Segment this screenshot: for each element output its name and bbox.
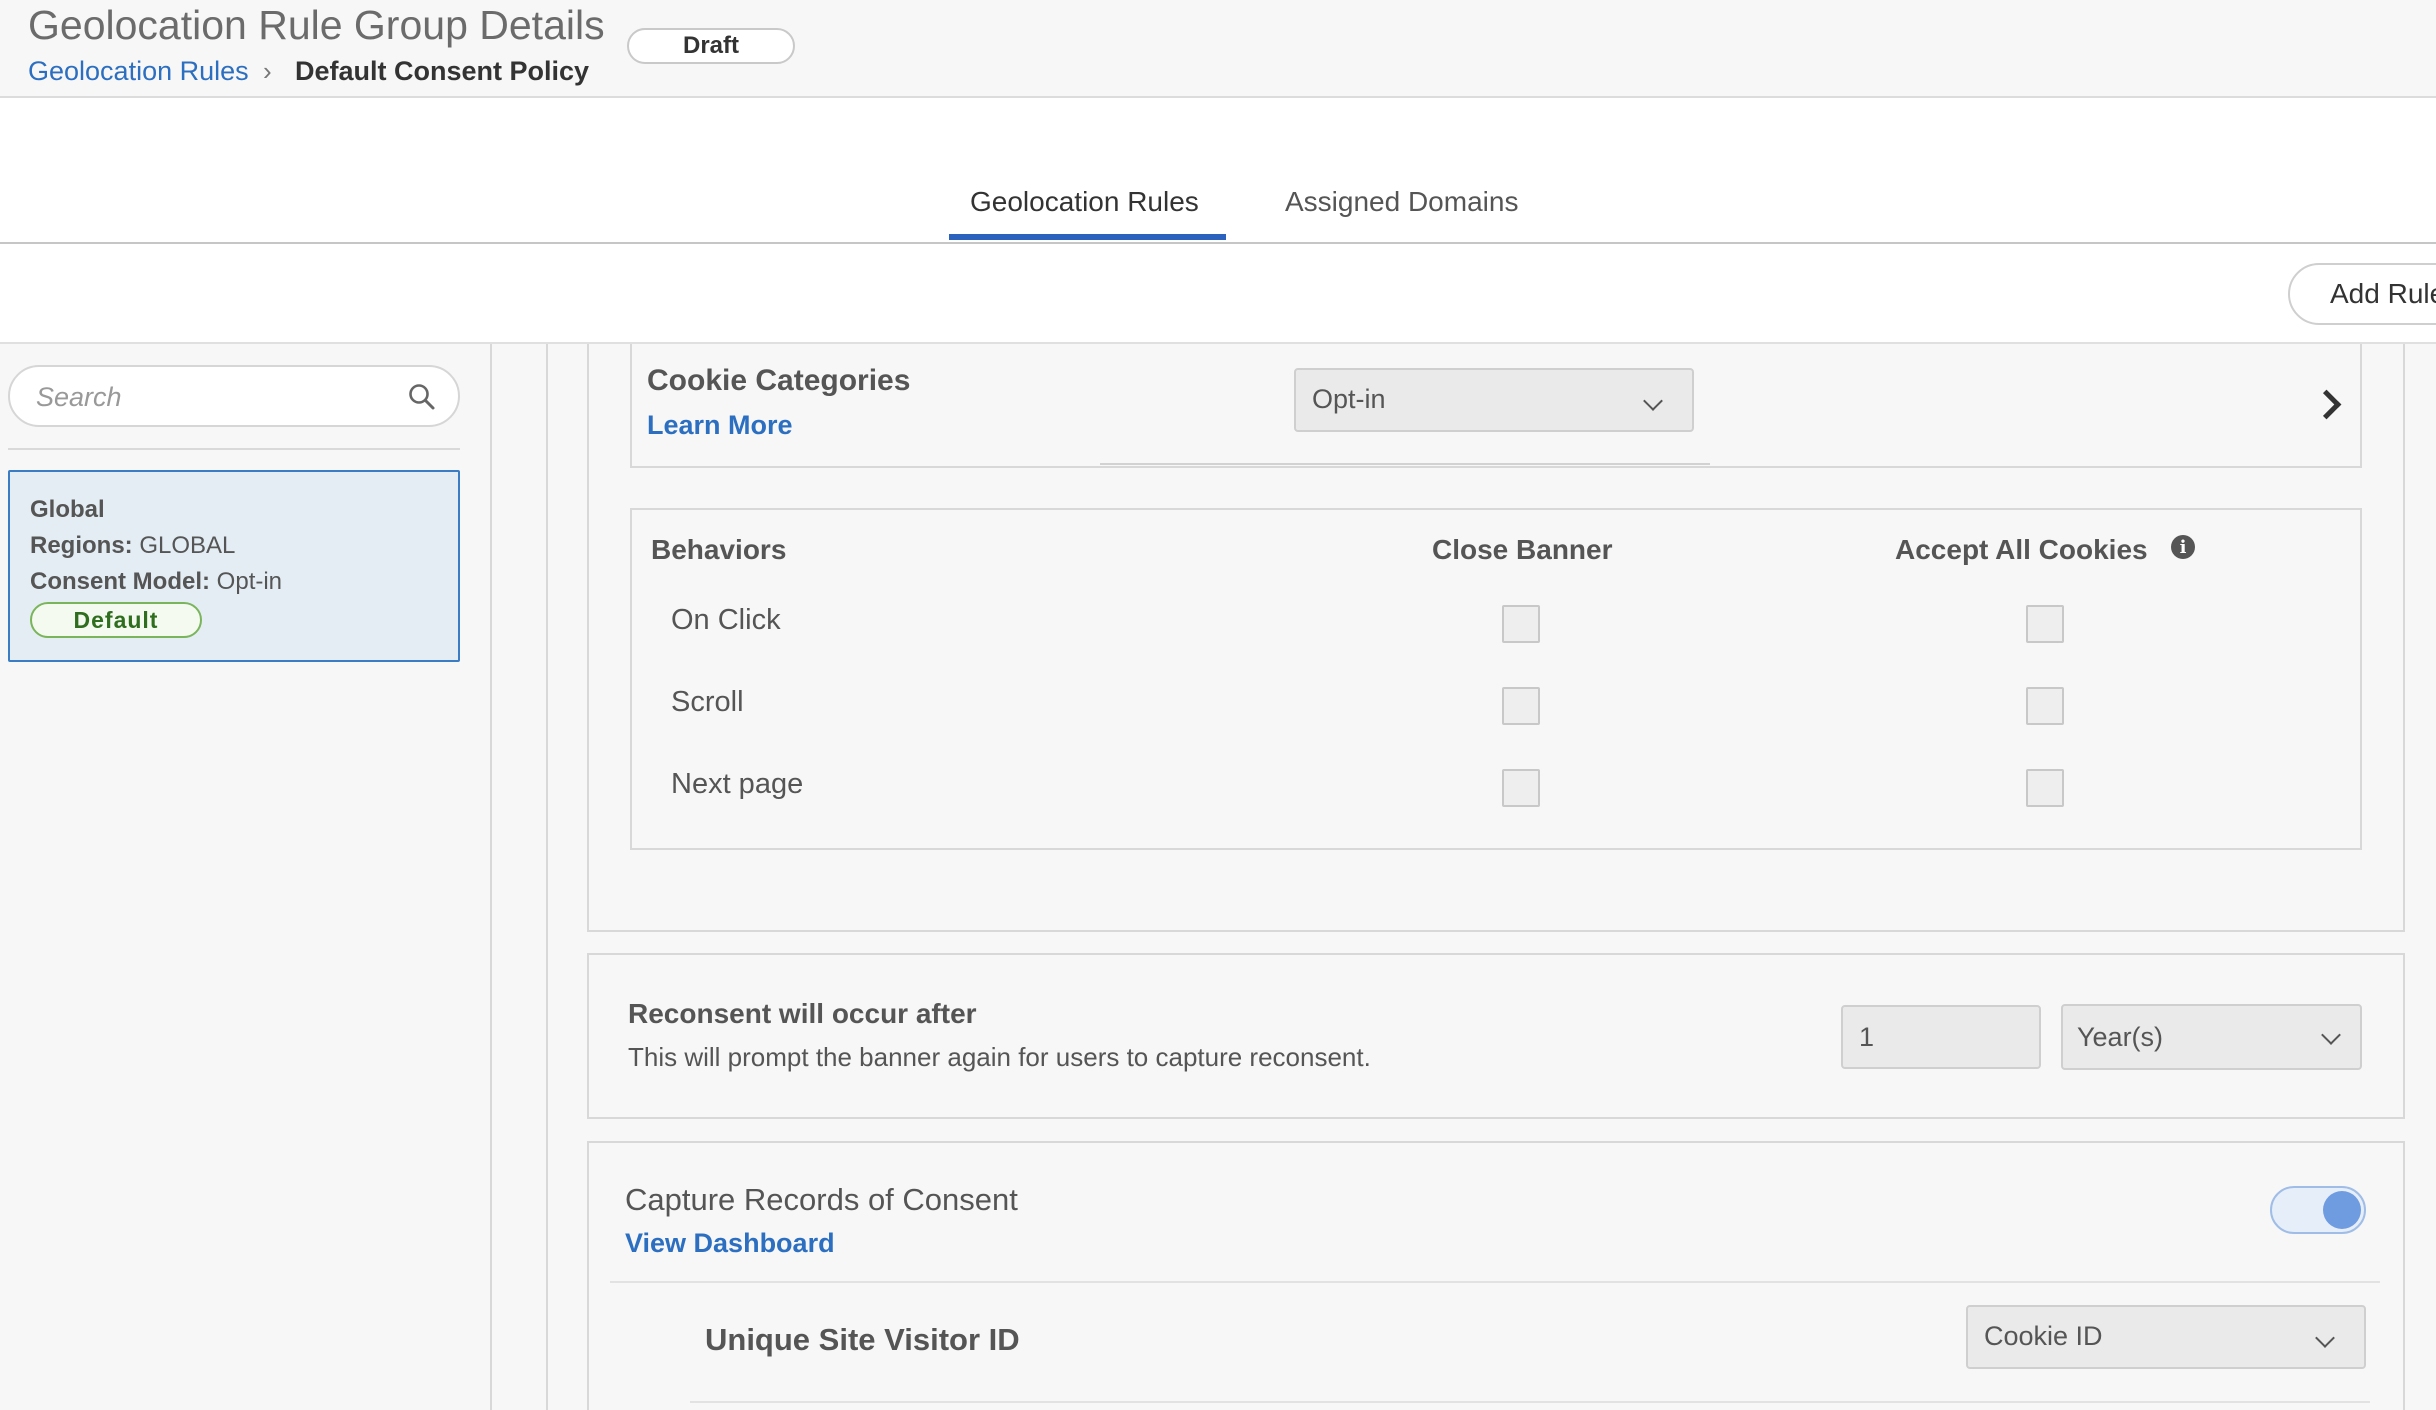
rule-consent-model: Consent Model: Opt-in <box>30 568 282 596</box>
unique-visitor-id-select[interactable]: Cookie ID <box>1966 1305 2366 1369</box>
rule-list-item-global[interactable]: Global Regions: GLOBAL Consent Model: Op… <box>8 470 460 662</box>
tab-bar: Geolocation Rules Assigned Domains <box>0 98 2436 244</box>
sidebar-divider <box>8 448 460 450</box>
chevron-down-icon <box>2321 1025 2341 1045</box>
search-box <box>8 365 460 427</box>
behavior-label-next-page: Next page <box>671 768 804 800</box>
unique-visitor-id-label: Unique Site Visitor ID <box>705 1322 1020 1357</box>
accept-all-cookies-header: Accept All Cookies <box>1895 534 2148 565</box>
bottom-divider <box>690 1401 2370 1403</box>
search-input[interactable] <box>34 379 398 415</box>
reconsent-unit-select[interactable]: Year(s) <box>2061 1004 2362 1070</box>
checkbox-on-click-close-banner[interactable] <box>1502 605 1540 643</box>
regions-label: Regions: <box>30 532 133 559</box>
close-banner-header: Close Banner <box>1432 534 1613 565</box>
unique-visitor-id-value: Cookie ID <box>1984 1321 2103 1351</box>
chevron-down-icon <box>2315 1328 2335 1348</box>
checkbox-next-page-accept-all[interactable] <box>2026 769 2064 807</box>
breadcrumb-separator: › <box>263 56 272 86</box>
active-tab-indicator <box>949 234 1226 240</box>
behavior-label-scroll: Scroll <box>671 686 744 718</box>
reconsent-value-input[interactable] <box>1841 1005 2041 1069</box>
checkbox-scroll-close-banner[interactable] <box>1502 687 1540 725</box>
capture-divider <box>610 1281 2380 1283</box>
tab-geolocation-rules[interactable]: Geolocation Rules <box>970 186 1199 218</box>
reconsent-description: This will prompt the banner again for us… <box>628 1042 1371 1072</box>
toolbar <box>0 244 2436 344</box>
search-icon[interactable] <box>408 383 436 411</box>
consent-model-label: Consent Model: <box>30 568 210 595</box>
default-badge: Default <box>30 602 202 638</box>
checkbox-next-page-close-banner[interactable] <box>1502 769 1540 807</box>
reconsent-title: Reconsent will occur after <box>628 998 977 1029</box>
reconsent-unit-value: Year(s) <box>2077 1022 2164 1052</box>
consent-model-value: Opt-in <box>216 568 283 595</box>
view-dashboard-link[interactable]: View Dashboard <box>625 1228 835 1259</box>
cookie-select-underline <box>1100 463 1710 465</box>
add-rule-button[interactable]: Add Rule <box>2288 263 2436 325</box>
checkbox-scroll-accept-all[interactable] <box>2026 687 2064 725</box>
behaviors-header: Behaviors <box>651 534 787 565</box>
learn-more-link[interactable]: Learn More <box>647 410 793 441</box>
content-divider <box>546 344 548 1410</box>
checkbox-on-click-accept-all[interactable] <box>2026 605 2064 643</box>
capture-records-title: Capture Records of Consent <box>625 1182 1018 1217</box>
regions-value: GLOBAL <box>139 532 236 559</box>
rule-regions: Regions: GLOBAL <box>30 532 235 560</box>
capture-records-toggle[interactable] <box>2270 1186 2366 1234</box>
cookie-categories-title: Cookie Categories <box>647 364 911 397</box>
cookie-categories-selected-value: Opt-in <box>1312 384 1386 414</box>
breadcrumb-current: Default Consent Policy <box>295 56 590 86</box>
status-badge: Draft <box>627 28 795 64</box>
tab-assigned-domains[interactable]: Assigned Domains <box>1285 186 1518 218</box>
behavior-label-on-click: On Click <box>671 604 781 636</box>
breadcrumb-link-geolocation-rules[interactable]: Geolocation Rules <box>28 56 249 87</box>
rule-name: Global <box>30 496 105 523</box>
chevron-down-icon <box>1643 391 1663 411</box>
toggle-knob <box>2323 1191 2361 1229</box>
cookie-categories-select[interactable]: Opt-in <box>1294 368 1694 432</box>
info-icon[interactable]: i <box>2171 535 2195 559</box>
page-title: Geolocation Rule Group Details <box>28 2 605 48</box>
